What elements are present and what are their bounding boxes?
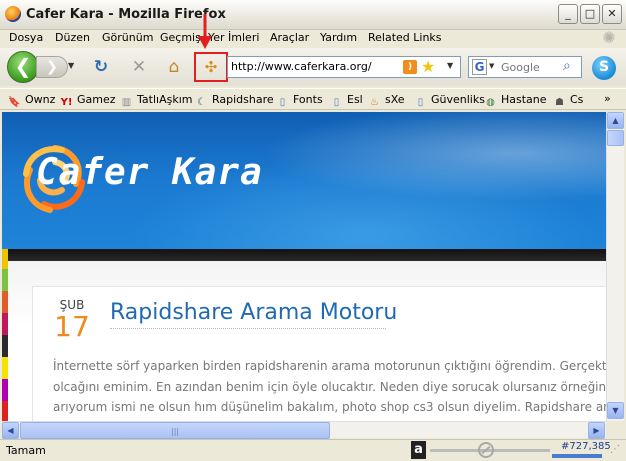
horizontal-scroll-thumb[interactable]: ||| [20,422,330,439]
globe-icon: ◍ [486,97,495,108]
title-bar: Cafer Kara - Mozilla Firefox _ □ ✕ [0,0,626,30]
menu-item-dosya[interactable]: Dosya [9,31,43,44]
post-body-line: olcağını eminim. En azından benim için ö… [53,379,606,394]
search-icon[interactable]: ⌕ [563,58,571,74]
bookmark-cs[interactable]: ☗ Cs [553,93,583,109]
post-title-divider [110,328,386,329]
bookmark-icon: 🔖 [8,97,21,108]
moon-icon: ☾ [197,97,206,108]
bookmark-fonts[interactable]: ▯ Fonts [276,93,323,109]
page-icon: ▯ [333,97,340,108]
scroll-up-button[interactable]: ▲ [607,112,624,129]
post-date: ŞUB 17 [52,298,92,342]
menu-item-yardim[interactable]: Yardım [320,31,357,44]
skype-icon[interactable]: S [592,56,616,80]
search-bar[interactable]: G ▼ ⌕ [468,56,582,78]
home-icon[interactable]: ⌂ [163,58,185,76]
cs-icon: ☗ [555,97,564,108]
history-dropdown-icon[interactable]: ▼ [68,61,74,70]
post-title[interactable]: Rapidshare Arama Motoru [110,300,397,325]
scroll-left-button[interactable]: ◀ [2,422,19,439]
site-header: Cafer Kara [2,112,606,249]
scroll-grip-icon: ||| [171,427,180,436]
bookmark-tatliaskim[interactable]: ▥ TatlıAşkım [120,93,193,109]
url-bar[interactable]: http://www.caferkara.org/ ) ★ ▼ [227,56,461,78]
search-input[interactable] [501,59,559,75]
alexa-rank[interactable]: #727,385 [561,441,611,452]
bookmark-gamez[interactable]: Y! Gamez [60,93,116,109]
site-title[interactable]: Cafer Kara [36,152,263,193]
header-divider [2,249,606,261]
close-button[interactable]: ✕ [602,4,622,24]
page-viewport[interactable]: Cafer Kara ŞUB 17 Rapidshare Arama Motor… [2,112,606,421]
status-text: Tamam [6,444,46,457]
post-body: İnternette sörf yaparken birden rapidsha… [53,356,606,418]
alexa-icon[interactable]: a [411,441,426,459]
minimize-button[interactable]: _ [558,4,578,24]
extension-button[interactable]: ✣ [194,52,228,82]
menu-item-gorunum[interactable]: Görünüm [102,31,153,44]
menu-item-gecmis[interactable]: Geçmiş [160,31,201,44]
forward-button[interactable]: ❯ [36,56,68,78]
swirl-extension-icon: ✣ [204,58,218,76]
page-icon: ▯ [417,97,424,108]
bookmark-sxe[interactable]: ♨ sXe [368,93,405,109]
folder-icon: ▥ [121,97,132,108]
scroll-down-button[interactable]: ▼ [607,402,624,419]
post-date-day: 17 [54,310,90,343]
vertical-scrollbar[interactable]: ▲ ▼ [606,112,624,421]
window-title: Cafer Kara - Mozilla Firefox [26,7,226,22]
alexa-rank-bar [552,454,602,458]
bookmark-esl[interactable]: ▯ Esl [330,93,363,109]
bookmark-guvenliks[interactable]: ▯ Güvenliks [414,93,485,109]
reload-icon[interactable]: ↻ [90,58,112,76]
firefox-icon [5,6,21,22]
scroll-right-button[interactable]: ▶ [588,422,605,439]
bookmark-ownz[interactable]: 🔖 Ownz [8,93,55,109]
vertical-scroll-thumb[interactable] [607,130,624,146]
url-text[interactable]: http://www.caferkara.org/ [231,60,372,73]
maximize-button[interactable]: □ [580,4,600,24]
star-bookmark-icon[interactable]: ★ [421,57,435,76]
throbber-icon: ✺ [602,28,616,47]
flame-icon: ♨ [370,97,379,108]
red-arrow-annotation-icon [198,14,212,49]
post-body-line: İnternette sörf yaparken birden rapidsha… [53,359,606,373]
back-button[interactable]: ❮ [7,51,39,83]
bookmark-hastane[interactable]: ◍ Hastane [484,93,546,109]
url-dropdown-icon[interactable]: ▼ [447,61,453,70]
menu-bar: Dosya Düzen Görünüm Geçmiş Yer İmleri Ar… [0,30,626,48]
google-engine-icon[interactable]: G [472,59,487,75]
resize-grip-icon[interactable]: ⋰ [610,444,620,455]
menu-item-araclar[interactable]: Araçlar [270,31,309,44]
page-icon: ▯ [279,97,286,108]
yahoo-icon: Y! [60,97,73,108]
engine-dropdown-icon[interactable]: ▼ [489,62,494,70]
menu-item-related-links[interactable]: Related Links [368,31,442,44]
bookmarks-toolbar: 🔖 Ownz Y! Gamez ▥ TatlıAşkım ☾ Rapidshare ▯ F… [0,88,626,110]
bookmark-rapidshare[interactable]: ☾ Rapidshare [195,93,274,109]
stop-icon[interactable]: ✕ [128,58,150,76]
post-body-line: arıyorum ismi ne olsun hım düşünelim bak… [53,400,606,414]
bookmarks-overflow-icon[interactable]: » [604,92,611,105]
horizontal-scrollbar[interactable]: ◀ ||| ▶ [2,421,606,439]
status-bar: Tamam a #727,385 ⋰ [0,439,626,461]
menu-item-duzen[interactable]: Düzen [55,31,90,44]
no-entry-icon [478,442,494,458]
menu-item-yer-imleri[interactable]: Yer İmleri [208,31,259,44]
rss-icon[interactable]: ) [403,60,417,74]
